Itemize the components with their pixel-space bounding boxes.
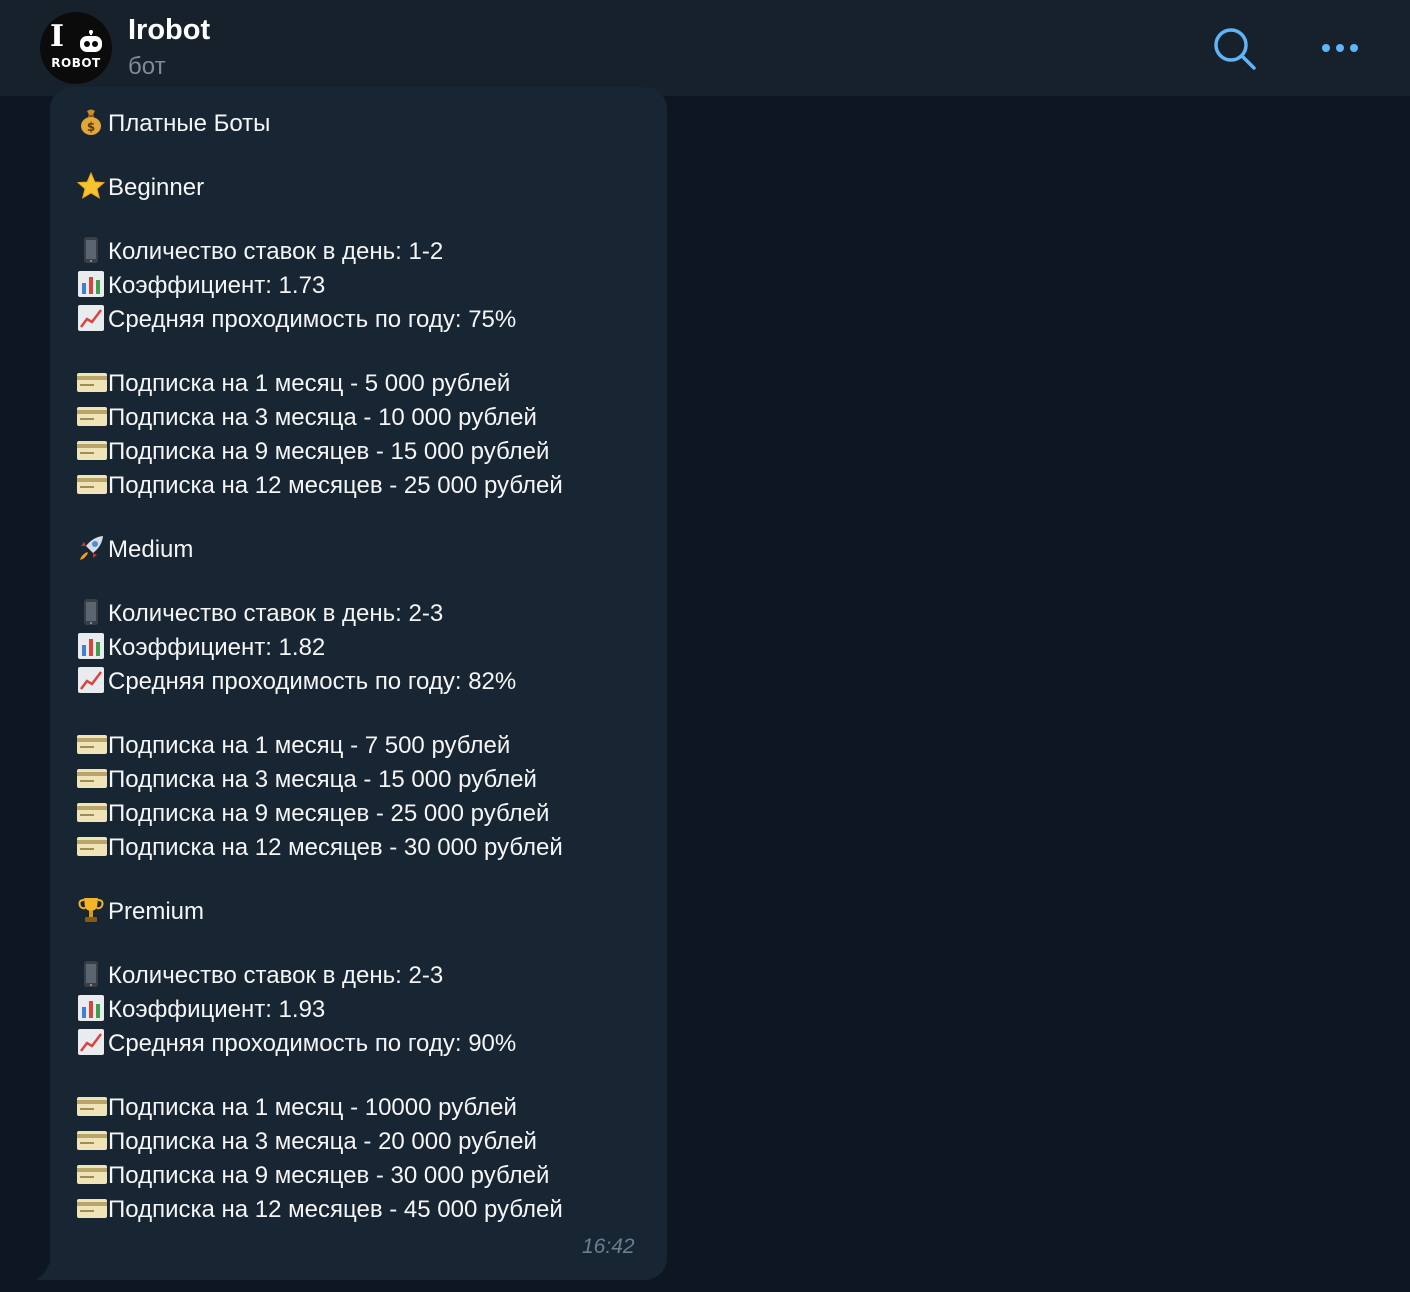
avatar-letter: I (50, 19, 65, 54)
rocket-icon (76, 533, 108, 563)
message-line: Premium (76, 895, 204, 929)
message-line: Подписка на 9 месяцев - 15 000 рублей (76, 435, 549, 469)
message-line-text: Коэффициент: 1.73 (108, 272, 326, 299)
bar-chart-icon (76, 269, 108, 299)
message-line: Подписка на 9 месяцев - 30 000 рублей (76, 1159, 549, 1193)
message-line: Подписка на 3 месяца - 15 000 рублей (76, 763, 537, 797)
message-line-text: Платные Боты (108, 110, 271, 137)
money-bag-icon: $ (76, 107, 108, 137)
chat-title[interactable]: Irobot (128, 14, 210, 47)
message-line-text: Количество ставок в день: 2-3 (108, 962, 444, 989)
trend-up-icon (76, 665, 108, 695)
message-line-text: Medium (108, 536, 194, 563)
svg-text:$: $ (87, 120, 95, 134)
message-line-text: Подписка на 9 месяцев - 30 000 рублей (108, 1162, 550, 1189)
message-line: Коэффициент: 1.73 (76, 269, 325, 303)
message-line-text: Premium (108, 898, 205, 925)
message-line-text: Подписка на 3 месяца - 20 000 рублей (108, 1128, 537, 1155)
message-line: Подписка на 12 месяцев - 25 000 рублей (76, 469, 563, 503)
trend-up-icon (76, 1027, 108, 1057)
message-line-text: Подписка на 12 месяцев - 45 000 рублей (108, 1196, 563, 1223)
message-line: Подписка на 9 месяцев - 25 000 рублей (76, 797, 549, 831)
phone-icon (76, 235, 108, 265)
message-line: Коэффициент: 1.82 (76, 631, 325, 665)
message-line: Количество ставок в день: 1-2 (76, 235, 443, 269)
message-line-text: Коэффициент: 1.93 (108, 996, 326, 1023)
message-line: Средняя проходимость по году: 75% (76, 303, 516, 337)
credit-card-icon (76, 435, 108, 465)
avatar-label: ROBOT (51, 56, 101, 70)
message-line: $ Платные Боты (76, 107, 270, 141)
bar-chart-icon (76, 631, 108, 661)
message-line-text: Подписка на 9 месяцев - 25 000 рублей (108, 800, 550, 827)
chat-header: I ROBOT Irobot бот (0, 0, 1410, 97)
avatar[interactable]: I ROBOT (40, 12, 112, 84)
message-line: Подписка на 1 месяц - 5 000 рублей (76, 367, 510, 401)
credit-card-icon (76, 1125, 108, 1155)
message-line: Средняя проходимость по году: 82% (76, 665, 516, 699)
message-line-text: Коэффициент: 1.82 (108, 634, 326, 661)
message-line-text: Подписка на 1 месяц - 7 500 рублей (108, 732, 511, 759)
message-line: Подписка на 1 месяц - 7 500 рублей (76, 729, 510, 763)
robot-head-icon (80, 30, 102, 52)
message-line: Подписка на 3 месяца - 10 000 рублей (76, 401, 537, 435)
message-time: 16:42 (582, 1235, 635, 1258)
message-list[interactable]: $ Платные Боты Beginner Количество ставок в… (0, 87, 1410, 1292)
message-line: Подписка на 12 месяцев - 30 000 рублей (76, 831, 563, 865)
star-icon (76, 171, 108, 201)
more-options-button[interactable] (1316, 30, 1364, 66)
message-line: Beginner (76, 171, 204, 205)
message-line: Подписка на 3 месяца - 20 000 рублей (76, 1125, 537, 1159)
message-line-text: Количество ставок в день: 2-3 (108, 600, 444, 627)
message-line: Подписка на 1 месяц - 10000 рублей (76, 1091, 517, 1125)
chat-subtitle: бот (128, 53, 166, 80)
message-line-text: Подписка на 1 месяц - 5 000 рублей (108, 370, 511, 397)
message-line: Количество ставок в день: 2-3 (76, 959, 443, 993)
credit-card-icon (76, 797, 108, 827)
message-line: Количество ставок в день: 2-3 (76, 597, 443, 631)
more-dots-icon (1322, 44, 1358, 52)
message-line-text: Средняя проходимость по году: 82% (108, 668, 517, 695)
bar-chart-icon (76, 993, 108, 1023)
search-button[interactable] (1210, 26, 1258, 74)
message-line: Medium (76, 533, 193, 567)
message-line-text: Подписка на 3 месяца - 10 000 рублей (108, 404, 537, 431)
message-line-text: Подписка на 3 месяца - 15 000 рублей (108, 766, 537, 793)
credit-card-icon (76, 1091, 108, 1121)
message-line-text: Подписка на 12 месяцев - 25 000 рублей (108, 472, 563, 499)
credit-card-icon (76, 1193, 108, 1223)
message-line-text: Подписка на 1 месяц - 10000 рублей (108, 1094, 517, 1121)
credit-card-icon (76, 401, 108, 431)
message-line-text: Количество ставок в день: 1-2 (108, 238, 444, 265)
phone-icon (76, 959, 108, 989)
phone-icon (76, 597, 108, 627)
message-line-text: Средняя проходимость по году: 90% (108, 1030, 517, 1057)
message-line: Средняя проходимость по году: 90% (76, 1027, 516, 1061)
message-line-text: Подписка на 9 месяцев - 15 000 рублей (108, 438, 550, 465)
message-line-text: Средняя проходимость по году: 75% (108, 306, 517, 333)
trophy-icon (76, 895, 108, 925)
credit-card-icon (76, 729, 108, 759)
credit-card-icon (76, 1159, 108, 1189)
credit-card-icon (76, 763, 108, 793)
credit-card-icon (76, 469, 108, 499)
message-bubble[interactable]: $ Платные Боты Beginner Количество ставок в… (50, 87, 667, 1280)
message-line: Коэффициент: 1.93 (76, 993, 325, 1027)
trend-up-icon (76, 303, 108, 333)
message-line-text: Beginner (108, 174, 205, 201)
credit-card-icon (76, 831, 108, 861)
search-icon (1214, 28, 1256, 70)
credit-card-icon (76, 367, 108, 397)
message-line-text: Подписка на 12 месяцев - 30 000 рублей (108, 834, 563, 861)
message-line: Подписка на 12 месяцев - 45 000 рублей (76, 1193, 563, 1227)
